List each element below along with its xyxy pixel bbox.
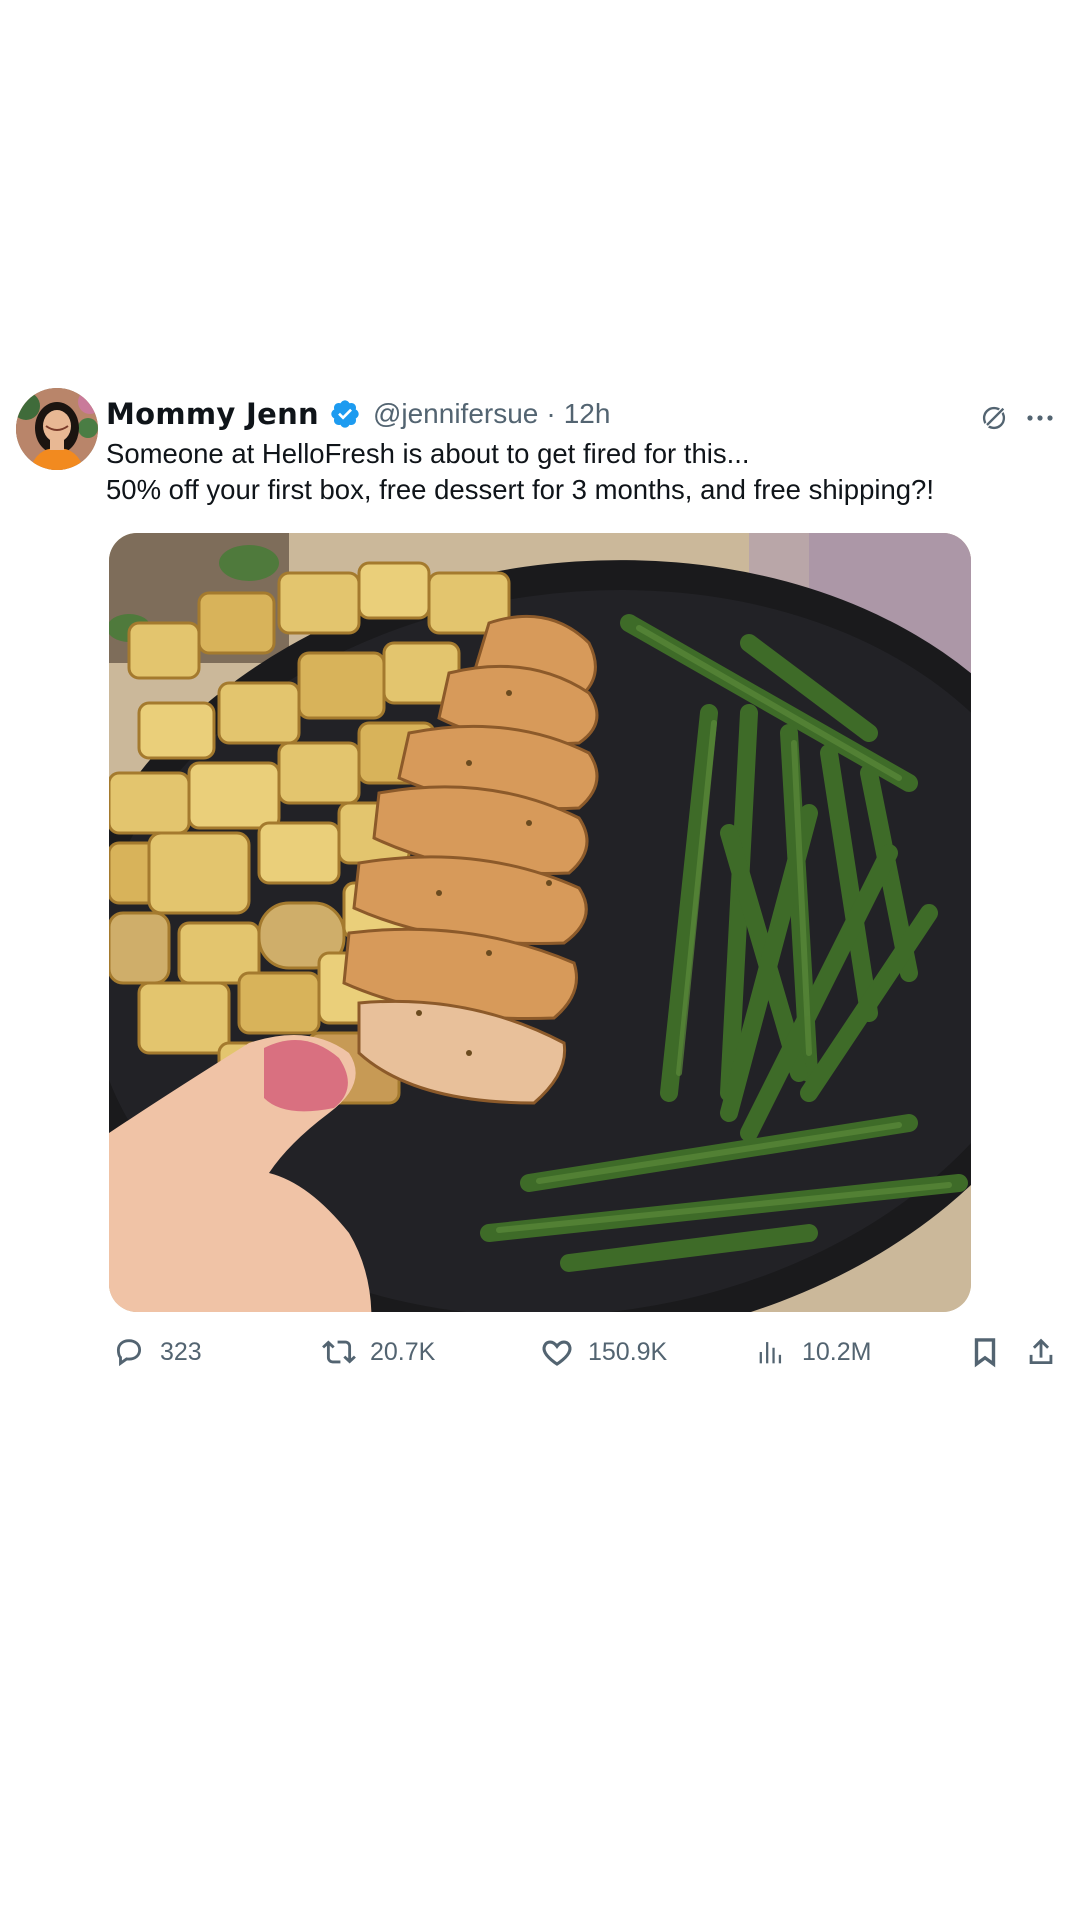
repost-button[interactable]: 20.7K [322,1328,435,1376]
author-handle[interactable]: @jennifersue [373,398,538,430]
views-chart-icon [759,1342,782,1364]
author-display-name[interactable]: Mommy Jenn [106,397,319,431]
reply-count: 323 [160,1337,202,1366]
like-button[interactable]: 150.9K [540,1328,667,1376]
author-avatar[interactable] [16,388,98,470]
bookmark-icon [974,1338,996,1368]
heart-icon [542,1340,572,1366]
tweet-text-line: Someone at HelloFresh is about to get fi… [106,438,750,469]
repost-icon [322,1340,356,1364]
tweet-text: Someone at HelloFresh is about to get fi… [106,436,1046,508]
tweet-actions: 323 20.7K 150.9K 10.2M [0,1328,1080,1376]
more-icon[interactable] [1026,410,1054,426]
share-icon [1029,1338,1053,1365]
like-count: 150.9K [588,1337,668,1366]
reply-button[interactable]: 323 [112,1328,202,1376]
repost-count: 20.7K [370,1337,436,1366]
tweet-header: Mommy Jenn @jennifersue · 12h [106,394,610,434]
dot-separator: · [546,398,556,429]
avatar-photo [16,388,98,470]
post-timestamp[interactable]: 12h [564,398,611,430]
tweet-photo[interactable] [109,533,971,1312]
views-button[interactable]: 10.2M [754,1328,871,1376]
verified-badge-icon [331,400,359,428]
food-plate-image [109,533,971,1312]
views-count: 10.2M [802,1337,872,1366]
tweet-text-line: 50% off your first box, free dessert for… [106,474,934,505]
bookmark-button[interactable] [968,1328,1002,1376]
grok-icon[interactable] [980,404,1008,432]
share-button[interactable] [1024,1328,1058,1376]
reply-icon [116,1339,142,1367]
